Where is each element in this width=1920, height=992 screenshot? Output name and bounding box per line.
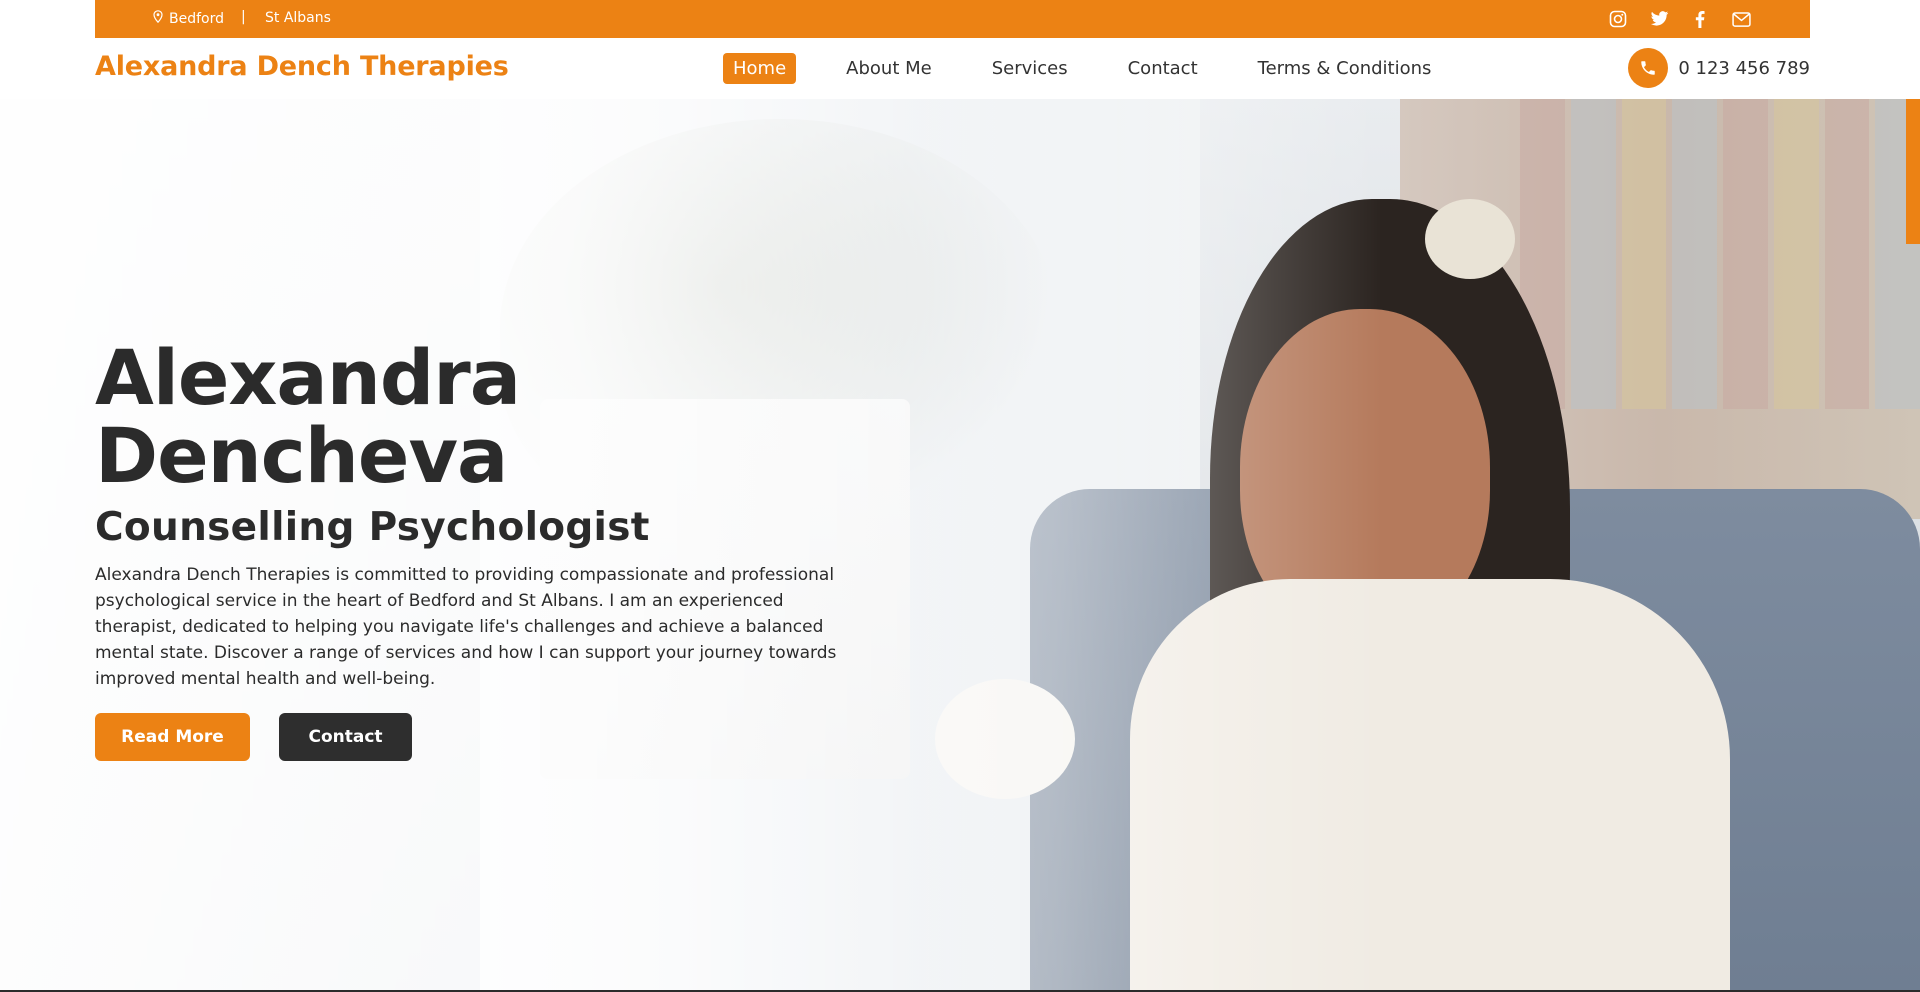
location-st-albans: St Albans bbox=[265, 10, 331, 26]
mail-icon[interactable] bbox=[1730, 8, 1752, 30]
nav-services[interactable]: Services bbox=[982, 53, 1078, 84]
hero-title-line-1: Alexandra bbox=[95, 333, 521, 422]
contact-button[interactable]: Contact bbox=[279, 713, 412, 761]
read-more-button[interactable]: Read More bbox=[95, 713, 250, 761]
location-label: St Albans bbox=[265, 10, 331, 26]
hero-description: Alexandra Dench Therapies is committed t… bbox=[95, 565, 837, 689]
phone-contact[interactable]: 0 123 456 789 bbox=[1628, 48, 1810, 88]
page: Bedford | St Albans Alexandra Dench Ther… bbox=[0, 0, 1920, 992]
twitter-icon[interactable] bbox=[1648, 8, 1670, 30]
top-info-bar: Bedford | St Albans bbox=[95, 0, 1810, 38]
phone-icon bbox=[1628, 48, 1669, 88]
hero-section: Alexandra Dencheva Counselling Psycholog… bbox=[0, 99, 1920, 990]
nav-about-me[interactable]: About Me bbox=[836, 53, 942, 84]
scroll-accent bbox=[1906, 99, 1920, 244]
nav-contact[interactable]: Contact bbox=[1118, 53, 1208, 84]
location-label: Bedford bbox=[169, 10, 224, 27]
map-pin-icon bbox=[153, 10, 163, 27]
location-separator: | bbox=[241, 9, 246, 25]
hero-title-line-2: Dencheva bbox=[95, 411, 508, 500]
hero-title: Alexandra Dencheva bbox=[95, 339, 895, 495]
nav-home[interactable]: Home bbox=[723, 53, 797, 84]
location-bedford: Bedford bbox=[153, 10, 224, 27]
site-brand[interactable]: Alexandra Dench Therapies bbox=[95, 51, 509, 82]
site-header: Alexandra Dench Therapies Home About Me … bbox=[0, 38, 1920, 99]
nav-terms-conditions[interactable]: Terms & Conditions bbox=[1248, 53, 1442, 84]
instagram-icon[interactable] bbox=[1607, 8, 1629, 30]
main-nav: Home About Me Services Contact Terms & C… bbox=[723, 53, 1481, 84]
phone-number: 0 123 456 789 bbox=[1678, 57, 1810, 79]
facebook-icon[interactable] bbox=[1689, 8, 1711, 30]
social-links bbox=[1607, 8, 1752, 30]
hero-subtitle: Counselling Psychologist bbox=[95, 505, 650, 550]
